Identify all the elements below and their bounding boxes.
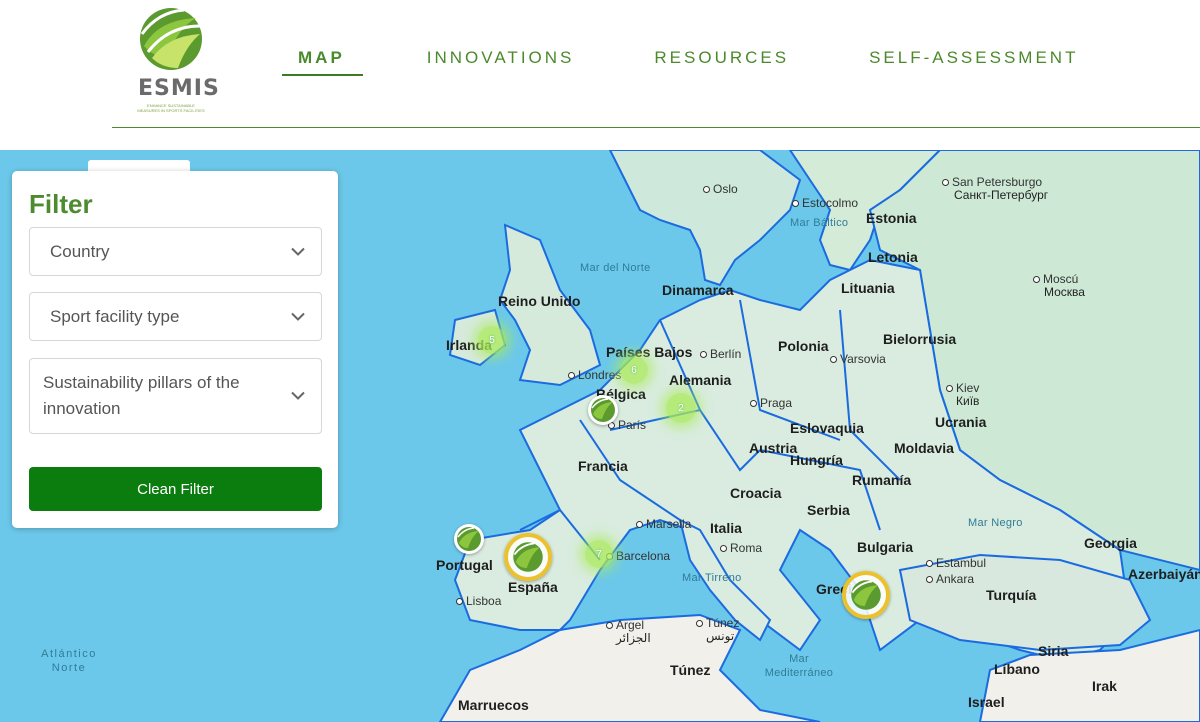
city-label: Roma [720, 541, 762, 555]
city-label: Berlín [700, 347, 741, 361]
city-label: Túnez [696, 616, 739, 630]
country-label: Bulgaria [857, 539, 914, 555]
country-label: Ucrania [935, 414, 987, 430]
city-label: تونس [706, 629, 735, 643]
cluster-marker[interactable]: 2 [666, 393, 696, 423]
country-label: Estonia [866, 210, 917, 226]
country-label: Letonia [868, 249, 918, 265]
country-label: Turquía [986, 587, 1037, 603]
city-label: الجزائر [616, 631, 651, 645]
country-label: Irak [1092, 678, 1117, 694]
city-label: Praga [750, 396, 792, 410]
clean-filter-button[interactable]: Clean Filter [29, 467, 322, 511]
filter-panel: Filter Country Sport facility type Susta… [12, 171, 338, 528]
city-label: Estambul [926, 556, 986, 570]
site-header: ESMIS ENHANCE SUSTAINABLE MEASURES IN SP… [0, 0, 1200, 150]
sustainability-pillars-select-label: Sustainability pillars of the innovation [43, 373, 240, 418]
innovation-marker[interactable] [454, 524, 484, 554]
country-label: Dinamarca [662, 282, 734, 298]
country-select[interactable]: Country [29, 227, 322, 276]
leaf-marker-icon [591, 398, 615, 422]
country-label: Italia [710, 520, 742, 536]
sustainability-pillars-select[interactable]: Sustainability pillars of the innovation [29, 358, 322, 434]
city-label: Marsella [636, 517, 691, 531]
leaf-marker-icon [851, 580, 881, 610]
country-label: Georgia [1084, 535, 1137, 551]
facility-type-select-label: Sport facility type [50, 306, 180, 326]
city-label: Londres [568, 368, 621, 382]
logo-wordmark: ESMIS [138, 76, 220, 101]
sea-label: Mar Báltico [790, 217, 849, 229]
country-select-label: Country [50, 241, 110, 261]
country-label: Azerbaiyán [1128, 566, 1200, 582]
nav-self-assessment[interactable]: SELF-ASSESSMENT [853, 46, 1094, 76]
country-label: España [508, 579, 558, 595]
city-label: Estocolmo [792, 196, 858, 210]
esmis-logo[interactable]: ESMIS ENHANCE SUSTAINABLE MEASURES IN SP… [134, 6, 219, 116]
country-label: Eslovaquia [790, 420, 864, 436]
country-label: Países Bajos [606, 344, 693, 360]
nav-resources[interactable]: RESOURCES [638, 46, 805, 76]
country-label: Túnez [670, 662, 711, 678]
city-label: Oslo [703, 182, 738, 196]
city-label: Kiev [946, 381, 979, 395]
country-label: Rumanía [852, 472, 912, 488]
innovation-marker-highlighted[interactable] [842, 571, 890, 619]
country-label: Hungría [790, 452, 843, 468]
city-label: Ankara [926, 572, 974, 586]
innovation-marker[interactable] [588, 395, 618, 425]
sea-label: Mar Negro [968, 517, 1023, 529]
innovation-marker-highlighted[interactable] [504, 533, 552, 581]
logo-tagline: ENHANCE SUSTAINABLE MEASURES IN SPORTS F… [137, 103, 205, 113]
country-label: Portugal [436, 557, 493, 573]
country-label: Francia [578, 458, 628, 474]
country-label: Bielorrusia [883, 331, 957, 347]
chevron-down-icon [291, 391, 305, 400]
nav-innovations[interactable]: INNOVATIONS [411, 46, 591, 76]
city-label: Москва [1044, 285, 1085, 299]
leaf-marker-icon [513, 542, 543, 572]
facility-type-select[interactable]: Sport facility type [29, 292, 322, 341]
leaf-marker-icon [457, 527, 481, 551]
country-label: Polonia [778, 338, 829, 354]
country-label: Marruecos [458, 697, 529, 713]
sea-label: Atlántico Norte [41, 648, 97, 674]
city-label: Moscú [1033, 272, 1078, 286]
nav-map[interactable]: MAP [282, 46, 363, 76]
main-nav: MAP INNOVATIONS RESOURCES SELF-ASSESSMEN… [282, 46, 1142, 76]
chevron-down-icon [291, 247, 305, 256]
cluster-marker[interactable]: 5 [478, 326, 506, 354]
sea-label: Mar del Norte [580, 262, 651, 274]
leaf-logo-icon [140, 8, 202, 70]
country-label: Siria [1038, 643, 1069, 659]
chevron-down-icon [291, 312, 305, 321]
cluster-marker[interactable]: 7 [585, 540, 613, 568]
country-label: Croacia [730, 485, 782, 501]
header-divider [112, 127, 1200, 128]
city-label: Barcelona [606, 549, 670, 563]
country-label: Líbano [994, 661, 1040, 677]
country-label: Serbia [807, 502, 850, 518]
country-label: Israel [968, 694, 1005, 710]
filter-title: Filter [29, 189, 93, 219]
city-label: Varsovia [830, 352, 886, 366]
sea-label: Mar Mediterráneo [764, 653, 834, 679]
city-label: Київ [956, 394, 980, 408]
country-label: Moldavia [894, 440, 954, 456]
country-label: Lituania [841, 280, 895, 296]
city-label: San Petersburgo [942, 175, 1042, 189]
city-label: Argel [606, 618, 644, 632]
country-label: Reino Unido [498, 293, 581, 309]
city-label: Lisboa [456, 594, 501, 608]
country-label: Alemania [669, 372, 732, 388]
cluster-marker[interactable]: 6 [620, 356, 648, 384]
sea-label: Mar Tirreno [682, 572, 742, 584]
city-label: Санкт-Петербург [954, 188, 1049, 202]
